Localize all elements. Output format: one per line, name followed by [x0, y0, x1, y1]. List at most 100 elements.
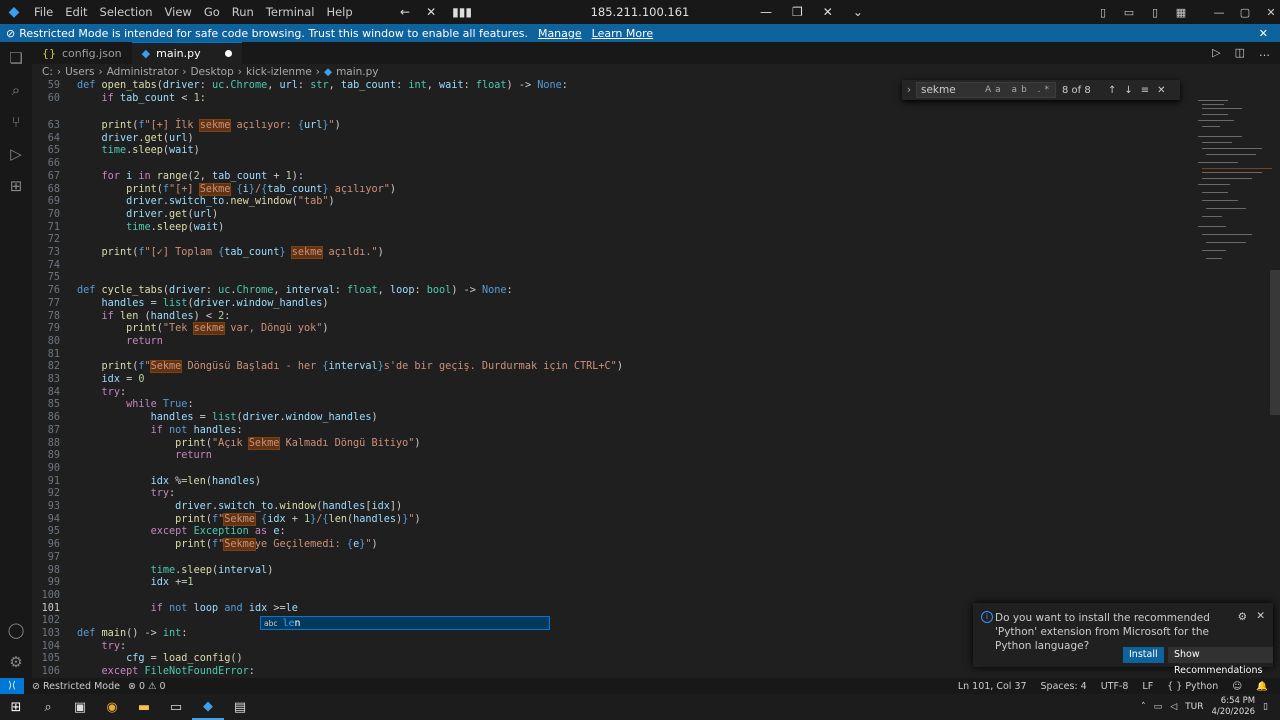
suggestion-widget[interactable]: abc len — [260, 616, 550, 630]
breadcrumb-item[interactable]: main.py — [336, 66, 378, 78]
find-in-selection-icon[interactable]: ≡ — [1141, 85, 1149, 96]
unsaved-dot-icon[interactable] — [224, 50, 232, 57]
task-view-icon[interactable]: ▣ — [64, 694, 96, 720]
connection-off-icon[interactable]: ✕ — [426, 5, 436, 19]
account-icon[interactable]: ◯ — [0, 614, 32, 646]
menu-file[interactable]: File — [28, 0, 59, 24]
feedback-icon[interactable]: ☺ — [1232, 681, 1242, 692]
maximize-icon[interactable]: ▢ — [1236, 6, 1254, 19]
language-mode[interactable]: { } Python — [1167, 681, 1218, 692]
chrome-icon[interactable]: ◉ — [96, 694, 128, 720]
breadcrumb-item[interactable]: Desktop — [190, 66, 233, 78]
next-match-icon[interactable]: ↓ — [1124, 85, 1132, 96]
explorer-icon[interactable]: ❏ — [0, 42, 32, 74]
app-icon[interactable]: ▤ — [224, 694, 256, 720]
gear-icon[interactable]: ⚙ — [0, 646, 32, 678]
minimize-icon[interactable]: — — [1210, 6, 1228, 19]
run-debug-icon[interactable]: ▷ — [0, 138, 32, 170]
minimap[interactable] — [1194, 96, 1272, 276]
encoding[interactable]: UTF-8 — [1101, 681, 1129, 692]
restricted-mode-status[interactable]: ⊘ Restricted Mode — [32, 681, 120, 692]
menu-view[interactable]: View — [159, 0, 198, 24]
gear-icon[interactable]: ⚙ — [1238, 611, 1247, 623]
tab-config-json[interactable]: {} config.json — [32, 42, 132, 64]
code-line: cfg = load_config() — [126, 653, 243, 665]
line-number: 95 — [47, 526, 60, 538]
toggle-replace-icon[interactable]: › — [902, 84, 916, 96]
cursor-position[interactable]: Ln 101, Col 37 — [958, 681, 1027, 692]
run-python-icon[interactable]: ▷ — [1212, 42, 1220, 64]
line-number: 88 — [47, 437, 60, 449]
install-button[interactable]: Install — [1123, 647, 1164, 663]
code-line: print(f"Sekme {idx + 1}/{len(handles)}") — [175, 512, 421, 526]
breadcrumb-item[interactable]: C: — [42, 66, 53, 78]
tray-chevron-icon[interactable]: ˄ — [1141, 702, 1146, 712]
previous-match-icon[interactable]: ↑ — [1108, 85, 1116, 96]
close-find-icon[interactable]: ✕ — [1157, 85, 1165, 96]
line-number: 100 — [41, 589, 60, 601]
show-recommendations-button[interactable]: Show Recommendations — [1168, 647, 1273, 676]
line-number: 105 — [41, 653, 60, 665]
code-line: time.sleep(wait) — [126, 221, 225, 233]
source-control-icon[interactable]: ⑂ — [0, 106, 32, 138]
back-arrow-icon[interactable]: ← — [400, 5, 410, 19]
rdp-restore-icon[interactable]: ❐ — [792, 5, 803, 19]
banner-message: Restricted Mode is intended for safe cod… — [19, 26, 528, 40]
suggestion-item[interactable]: len — [282, 618, 300, 629]
windows-start-icon[interactable]: ⊞ — [0, 694, 32, 720]
line-number: 106 — [41, 666, 60, 678]
menu-selection[interactable]: Selection — [94, 0, 159, 24]
find-input[interactable]: sekme Aa ab .* — [916, 82, 1056, 98]
breadcrumb-item[interactable]: kick-izlenme — [246, 66, 312, 78]
rdp-minimize-icon[interactable]: — — [760, 5, 772, 19]
learn-more-link[interactable]: Learn More — [592, 27, 654, 40]
rdp-close-icon[interactable]: ✕ — [823, 5, 833, 19]
line-number: 80 — [47, 335, 60, 347]
vscode-taskbar-icon[interactable]: ◆ — [192, 694, 224, 720]
clock[interactable]: 6:54 PM 4/20/2026 — [1211, 696, 1255, 718]
extensions-icon[interactable]: ⊞ — [0, 170, 32, 202]
editor-scrollbar[interactable] — [1270, 270, 1280, 415]
indentation[interactable]: Spaces: 4 — [1041, 681, 1087, 692]
signal-bars-icon: ▮▮▮ — [452, 5, 472, 19]
layout-panel-icon[interactable]: ▭ — [1120, 6, 1138, 19]
split-editor-icon[interactable]: ◫ — [1235, 42, 1245, 64]
code-editor[interactable]: 59 def open_tabs(driver: uc.Chrome, url: … — [32, 80, 1280, 678]
network-icon[interactable]: ▭ — [1154, 702, 1163, 712]
banner-close-icon[interactable]: ✕ — [1259, 27, 1268, 40]
breadcrumb-item[interactable]: Users — [65, 66, 94, 78]
menu-run[interactable]: Run — [226, 0, 260, 24]
close-icon[interactable]: ✕ — [1262, 6, 1280, 19]
problems-status[interactable]: ⊗ 0 ⚠ 0 — [128, 681, 166, 692]
input-language[interactable]: TUR — [1185, 702, 1203, 712]
python-file-icon: ◆ — [323, 66, 333, 78]
search-icon[interactable]: ⌕ — [0, 74, 32, 106]
manage-link[interactable]: Manage — [538, 27, 582, 40]
menu-edit[interactable]: Edit — [59, 0, 93, 24]
close-icon[interactable]: ✕ — [1256, 610, 1265, 622]
customize-layout-icon[interactable]: ▦ — [1172, 6, 1190, 19]
rdp-more-icon[interactable]: ⌄ — [853, 5, 863, 19]
terminal-icon[interactable]: ▭ — [160, 694, 192, 720]
volume-icon[interactable]: ◁ — [1170, 702, 1177, 712]
tab-main-py[interactable]: ◆ main.py — [131, 42, 242, 64]
more-actions-icon[interactable]: … — [1259, 42, 1270, 64]
find-options[interactable]: Aa ab .* — [985, 83, 1053, 97]
notification-center-icon[interactable]: ▯ — [1263, 702, 1268, 712]
notifications-bell-icon[interactable]: 🔔 — [1256, 681, 1268, 692]
end-of-line[interactable]: LF — [1142, 681, 1153, 692]
search-icon[interactable]: ⌕ — [32, 694, 64, 720]
breadcrumb-item[interactable]: Administrator — [107, 66, 179, 78]
menu-terminal[interactable]: Terminal — [260, 0, 321, 24]
menu-help[interactable]: Help — [320, 0, 358, 24]
file-explorer-icon[interactable]: ▬ — [128, 694, 160, 720]
editor-tabs: {} config.json ◆ main.py ▷ ◫ … — [32, 42, 1280, 64]
layout-sidebar-icon[interactable]: ▯ — [1094, 6, 1112, 19]
menu-go[interactable]: Go — [198, 0, 226, 24]
remote-icon[interactable]: ⟩⟨ — [0, 678, 24, 694]
minimap-line — [1202, 216, 1222, 217]
line-number: 79 — [47, 323, 60, 335]
code-line: driver.switch_to.new_window("tab") — [126, 196, 335, 208]
layout-secondary-icon[interactable]: ▯ — [1146, 6, 1164, 19]
minimap-line — [1202, 192, 1228, 193]
